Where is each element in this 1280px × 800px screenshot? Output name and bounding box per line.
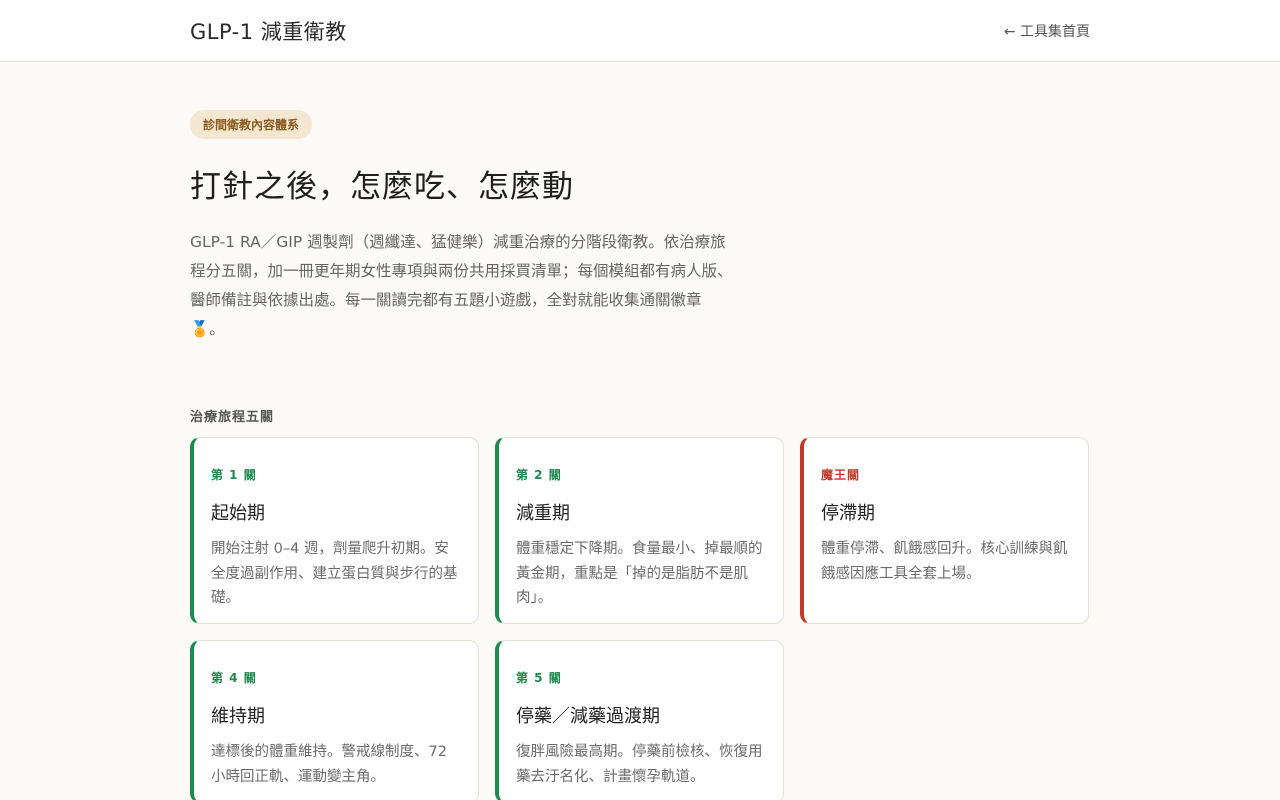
page-title: 打針之後，怎麼吃、怎麼動 (190, 169, 574, 205)
stage-card-5[interactable]: 第 5 關 停藥／減藥過渡期 復胖風險最高期。停藥前檢核、恢復用藥去汙名化、計畫… (495, 640, 784, 800)
stage-card-1[interactable]: 第 1 關 起始期 開始注射 0–4 週，劑量爬升初期。安全度過副作用、建立蛋白… (190, 437, 479, 624)
site-title[interactable]: GLP-1 減重衛教 (190, 16, 347, 46)
stage-tag: 魔王關 (821, 468, 861, 482)
stage-tag: 第 2 關 (516, 468, 562, 482)
stage-title: 停藥／減藥過渡期 (516, 706, 660, 727)
stage-description: 達標後的體重維持。警戒線制度、72 小時回正軌、運動變主角。 (211, 744, 447, 785)
category-badge: 診間衛教內容體系 (190, 110, 313, 139)
stage-title: 減重期 (516, 503, 570, 524)
stage-tag: 第 1 關 (211, 468, 257, 482)
main-content: 診間衛教內容體系 打針之後，怎麼吃、怎麼動 GLP-1 RA／GIP 週製劑（週… (190, 62, 1090, 800)
section-label-journey: 治療旅程五關 (190, 410, 275, 425)
stage-tag: 第 5 關 (516, 671, 562, 685)
stage-card-2[interactable]: 第 2 關 減重期 體重穩定下降期。食量最小、掉最順的黃金期，重點是「掉的是脂肪… (495, 437, 784, 624)
stage-card-4[interactable]: 第 4 關 維持期 達標後的體重維持。警戒線制度、72 小時回正軌、運動變主角。 (190, 640, 479, 800)
stage-grid: 第 1 關 起始期 開始注射 0–4 週，劑量爬升初期。安全度過副作用、建立蛋白… (190, 437, 1090, 800)
page-description: GLP-1 RA／GIP 週製劑（週纖達、猛健樂）減重治療的分階段衛教。依治療旅… (190, 233, 733, 338)
stage-description: 體重停滯、飢餓感回升。核心訓練與飢餓感因應工具全套上場。 (821, 541, 1068, 582)
stage-title: 停滯期 (821, 503, 875, 524)
stage-tag: 第 4 關 (211, 671, 257, 685)
stage-description: 復胖風險最高期。停藥前檢核、恢復用藥去汙名化、計畫懷孕軌道。 (516, 744, 763, 785)
top-bar: GLP-1 減重衛教 ← 工具集首頁 (0, 0, 1280, 62)
stage-card-boss[interactable]: 魔王關 停滯期 體重停滯、飢餓感回升。核心訓練與飢餓感因應工具全套上場。 (800, 437, 1089, 624)
back-to-home-link[interactable]: ← 工具集首頁 (1004, 21, 1090, 41)
stage-description: 體重穩定下降期。食量最小、掉最順的黃金期，重點是「掉的是脂肪不是肌肉」。 (516, 541, 763, 606)
stage-description: 開始注射 0–4 週，劑量爬升初期。安全度過副作用、建立蛋白質與步行的基礎。 (211, 541, 458, 606)
stage-title: 起始期 (211, 503, 265, 524)
top-bar-inner: GLP-1 減重衛教 ← 工具集首頁 (190, 0, 1090, 62)
stage-title: 維持期 (211, 706, 265, 727)
